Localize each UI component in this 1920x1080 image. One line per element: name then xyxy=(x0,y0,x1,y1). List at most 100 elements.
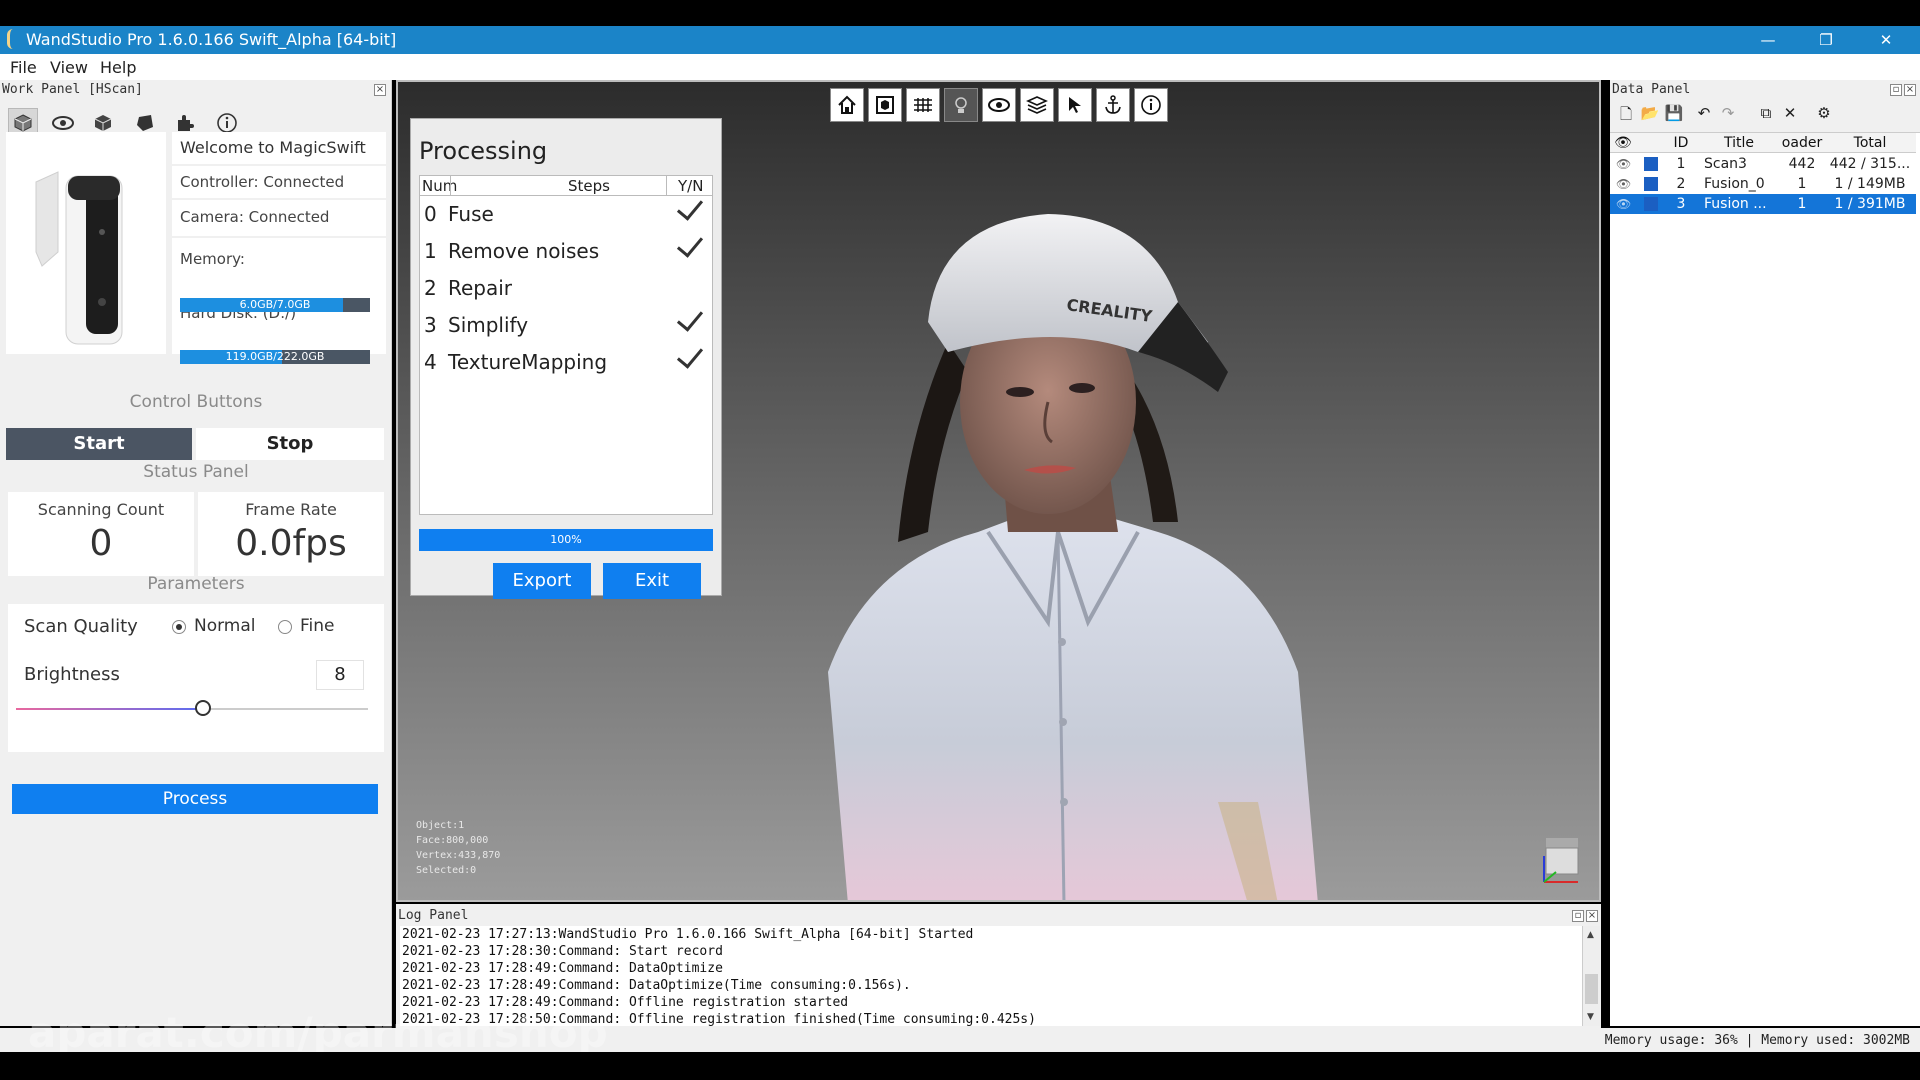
export-button[interactable]: Export xyxy=(493,563,591,599)
step-number: 3 xyxy=(424,313,437,337)
redo-icon[interactable]: ↷ xyxy=(1718,104,1738,122)
model-stats-overlay: Object:1 Face:800,000 Vertex:433,870 Sel… xyxy=(416,818,500,878)
light-bulb-icon[interactable] xyxy=(944,88,978,122)
data-panel-header: Data Panel xyxy=(1612,82,1691,97)
data-table-row[interactable]: 👁 1 Scan3 442 442 / 315... xyxy=(1610,154,1916,174)
col-loader-header[interactable]: oader xyxy=(1780,133,1824,153)
home-icon[interactable] xyxy=(830,88,864,122)
selected-count: Selected:0 xyxy=(416,865,477,876)
select-cursor-icon[interactable] xyxy=(1058,88,1092,122)
step-number: 0 xyxy=(424,202,437,226)
work-panel: Work Panel [HScan] × Welcome to MagicSwi… xyxy=(0,80,392,1026)
memory-label: Memory: xyxy=(180,250,245,268)
stop-button[interactable]: Stop xyxy=(196,428,384,460)
brightness-slider-track[interactable] xyxy=(16,708,368,710)
step-name: Simplify xyxy=(448,313,529,337)
quality-normal-radio[interactable] xyxy=(172,620,186,634)
open-folder-icon[interactable]: 📂 xyxy=(1640,104,1660,122)
work-panel-header: Work Panel [HScan] xyxy=(2,82,143,97)
undo-icon[interactable]: ↶ xyxy=(1694,104,1714,122)
scan-quality-label: Scan Quality xyxy=(24,616,138,637)
viewport-info-icon[interactable] xyxy=(1134,88,1168,122)
brightness-input[interactable]: 8 xyxy=(316,660,364,690)
scroll-up-icon[interactable]: ▲ xyxy=(1587,930,1594,940)
log-line: 2021-02-23 17:28:30:Command: Start recor… xyxy=(402,944,723,959)
3d-viewport[interactable]: CREALITY Processing Num Steps Y/N 0 Fuse 1… xyxy=(396,80,1601,902)
layers-icon[interactable] xyxy=(1020,88,1054,122)
col-title-header[interactable]: Title xyxy=(1698,133,1780,153)
step-name: Remove noises xyxy=(448,239,600,263)
brightness-slider-handle[interactable] xyxy=(194,700,211,716)
log-scroll-thumb[interactable] xyxy=(1585,974,1598,1004)
log-panel-float-icon[interactable]: ▫ xyxy=(1572,910,1584,922)
log-line: 2021-02-23 17:27:13:WandStudio Pro 1.6.0… xyxy=(402,927,974,942)
step-name: Repair xyxy=(448,276,513,300)
menu-help[interactable]: Help xyxy=(100,58,136,77)
data-table-row[interactable]: 👁 3 Fusion ... 1 1 / 391MB xyxy=(1610,194,1916,214)
step-done-check-icon xyxy=(676,304,704,332)
disk-bar: 119.0GB/222.0GB xyxy=(180,350,370,364)
vertex-count: Vertex:433,870 xyxy=(416,850,501,861)
resource-box: Memory: Hard Disk: (D:/) xyxy=(172,238,386,354)
data-panel-close-icon[interactable]: × xyxy=(1904,84,1916,96)
processing-step-row: 0 Fuse xyxy=(420,193,712,232)
axis-orientation-cube-icon[interactable] xyxy=(1538,834,1586,888)
menu-view[interactable]: View xyxy=(50,58,88,77)
row-visibility-eye-icon[interactable]: 👁 xyxy=(1616,174,1631,194)
scroll-down-icon[interactable]: ▼ xyxy=(1587,1012,1594,1022)
row-title: Scan3 xyxy=(1704,156,1747,172)
processing-title: Processing xyxy=(419,137,548,165)
step-done-check-icon xyxy=(676,193,704,221)
row-color-swatch xyxy=(1644,177,1658,191)
row-title: Fusion_0 xyxy=(1704,176,1765,192)
quality-fine-radio[interactable] xyxy=(278,620,292,634)
new-file-icon[interactable]: 🗋 xyxy=(1616,104,1636,129)
log-line: 2021-02-23 17:28:49:Command: DataOptimiz… xyxy=(402,978,911,993)
process-button[interactable]: Process xyxy=(12,784,378,814)
mesh-view-icon[interactable] xyxy=(906,88,940,122)
face-count: Face:800,000 xyxy=(416,835,489,846)
brightness-label: Brightness xyxy=(24,664,120,685)
step-done-check-icon xyxy=(676,341,704,369)
exit-button[interactable]: Exit xyxy=(603,563,701,599)
scanned-person-model: CREALITY xyxy=(828,214,1318,900)
scanning-count-label: Scanning Count xyxy=(37,500,165,519)
memory-bar: 6.0GB/7.0GB xyxy=(180,298,370,312)
quality-fine-label: Fine xyxy=(300,616,335,636)
fit-view-icon[interactable] xyxy=(868,88,902,122)
work-panel-close-icon[interactable]: × xyxy=(374,84,386,96)
camera-status: Camera: Connected xyxy=(172,200,386,236)
quality-normal-label: Normal xyxy=(194,616,256,636)
col-id-header[interactable]: ID xyxy=(1664,133,1698,153)
visibility-eye-icon[interactable] xyxy=(982,88,1016,122)
menu-file[interactable]: File xyxy=(10,58,37,77)
row-visibility-eye-icon[interactable]: 👁 xyxy=(1616,154,1631,174)
row-id: 2 xyxy=(1676,176,1686,192)
copy-icon[interactable]: ⧉ xyxy=(1756,104,1776,122)
row-visibility-eye-icon[interactable]: 👁 xyxy=(1616,194,1631,214)
anchor-icon[interactable] xyxy=(1096,88,1130,122)
row-total: 442 / 315... xyxy=(1829,156,1911,172)
row-id: 1 xyxy=(1676,156,1686,172)
data-panel: Data Panel ▫ × 🗋 📂 💾 ↶ ↷ ⧉ ✕ ⚙ 👁 ID Titl… xyxy=(1610,80,1920,1026)
window-title: WandStudio Pro 1.6.0.166 Swift_Alpha [64… xyxy=(26,30,397,49)
col-total-header[interactable]: Total xyxy=(1824,133,1916,153)
data-table-row[interactable]: 👁 2 Fusion_0 1 1 / 149MB xyxy=(1610,174,1916,194)
disk-value: 119.0GB/222.0GB xyxy=(225,350,325,363)
object-count: Object:1 xyxy=(416,820,465,831)
close-button[interactable]: ✕ xyxy=(1864,28,1908,52)
start-button[interactable]: Start xyxy=(6,428,192,460)
minimize-button[interactable]: — xyxy=(1746,28,1790,52)
step-number: 1 xyxy=(424,239,437,263)
row-total: 1 / 149MB xyxy=(1834,176,1906,192)
welcome-text: Welcome to MagicSwift xyxy=(172,132,386,164)
data-panel-float-icon[interactable]: ▫ xyxy=(1890,84,1902,96)
save-icon[interactable]: 💾 xyxy=(1664,104,1684,122)
delete-icon[interactable]: ✕ xyxy=(1780,104,1800,122)
maximize-button[interactable]: ❐ xyxy=(1804,28,1848,52)
col-steps-header: Steps xyxy=(568,177,610,195)
settings-gear-icon[interactable]: ⚙ xyxy=(1814,104,1834,122)
log-scrollbar[interactable]: ▲ ▼ xyxy=(1582,926,1600,1026)
log-panel-close-icon[interactable]: × xyxy=(1586,910,1598,922)
step-number: 4 xyxy=(424,350,437,374)
